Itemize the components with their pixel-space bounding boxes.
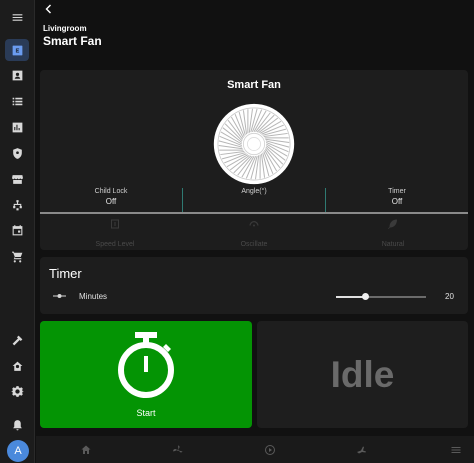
minutes-slider-thumb[interactable] [362, 293, 370, 300]
bell-icon[interactable] [5, 414, 29, 436]
stopwatch-icon [118, 332, 174, 398]
back-arrow-icon[interactable] [42, 2, 56, 16]
divider [40, 212, 468, 214]
person-card-icon[interactable] [5, 64, 29, 86]
start-button[interactable]: Start [40, 321, 252, 428]
timer-title: Timer [49, 266, 82, 281]
fan-card-title: Smart Fan [227, 79, 281, 91]
leaf-icon [388, 219, 397, 229]
storefront-icon[interactable] [5, 168, 29, 190]
play-circle-icon[interactable] [263, 443, 277, 457]
airplane-icon[interactable] [355, 443, 369, 457]
dashboard-icon[interactable] [5, 39, 29, 61]
attr-value: Off [105, 197, 117, 206]
speed-level-icon [111, 219, 119, 229]
slider-horizontal-icon [53, 294, 66, 298]
home-settings-icon[interactable] [5, 355, 29, 377]
attr-timer: Timer Off [326, 188, 468, 206]
timer-card: Timer Minutes 20 [40, 257, 468, 314]
page-title: Smart Fan [43, 34, 102, 48]
attr-child-lock: Child Lock Off [40, 188, 182, 206]
avatar[interactable]: A [7, 440, 29, 462]
control-label: Natural [381, 241, 405, 248]
shield-icon[interactable] [5, 142, 29, 164]
fan-icon[interactable] [213, 103, 295, 185]
menu-icon[interactable] [5, 6, 29, 28]
hierarchy-icon[interactable] [5, 194, 29, 216]
natural-button[interactable]: Natural [322, 218, 464, 251]
attr-angle: Angle(°) [183, 188, 325, 197]
status-tile: Idle [257, 321, 468, 428]
oscillate-icon [249, 221, 259, 227]
fan-nav-icon[interactable] [171, 443, 185, 457]
list-icon[interactable] [5, 90, 29, 112]
hammer-icon[interactable] [5, 329, 29, 351]
bottom-nav [36, 436, 474, 463]
speed-level-button[interactable]: Speed Level [44, 218, 186, 251]
gear-icon[interactable] [5, 380, 29, 402]
control-label: Oscillate [240, 241, 268, 248]
attr-label: Angle(°) [241, 188, 267, 195]
room-name: Livingroom [43, 24, 87, 33]
start-label: Start [136, 408, 156, 418]
chart-icon[interactable] [5, 116, 29, 138]
minutes-value: 20 [445, 292, 454, 301]
calendar-icon[interactable] [5, 219, 29, 241]
fan-card: Smart Fan Child Lock Off Angle(°) Timer … [40, 70, 468, 250]
attr-label: Child Lock [94, 188, 128, 195]
status-text: Idle [330, 354, 395, 395]
oscillate-button[interactable]: Oscillate [183, 218, 325, 251]
timer-minutes-label: Minutes [79, 292, 108, 301]
home-icon[interactable] [79, 443, 93, 457]
app: A Livingroom Smart Fan Smart Fan Child L… [0, 0, 474, 463]
attr-label: Timer [388, 188, 406, 195]
header: Livingroom Smart Fan [36, 0, 474, 60]
cart-icon[interactable] [5, 245, 29, 267]
attr-value: Off [391, 197, 403, 206]
menu-icon[interactable] [449, 443, 463, 457]
sidebar: A [0, 0, 35, 463]
control-label: Speed Level [95, 241, 135, 248]
